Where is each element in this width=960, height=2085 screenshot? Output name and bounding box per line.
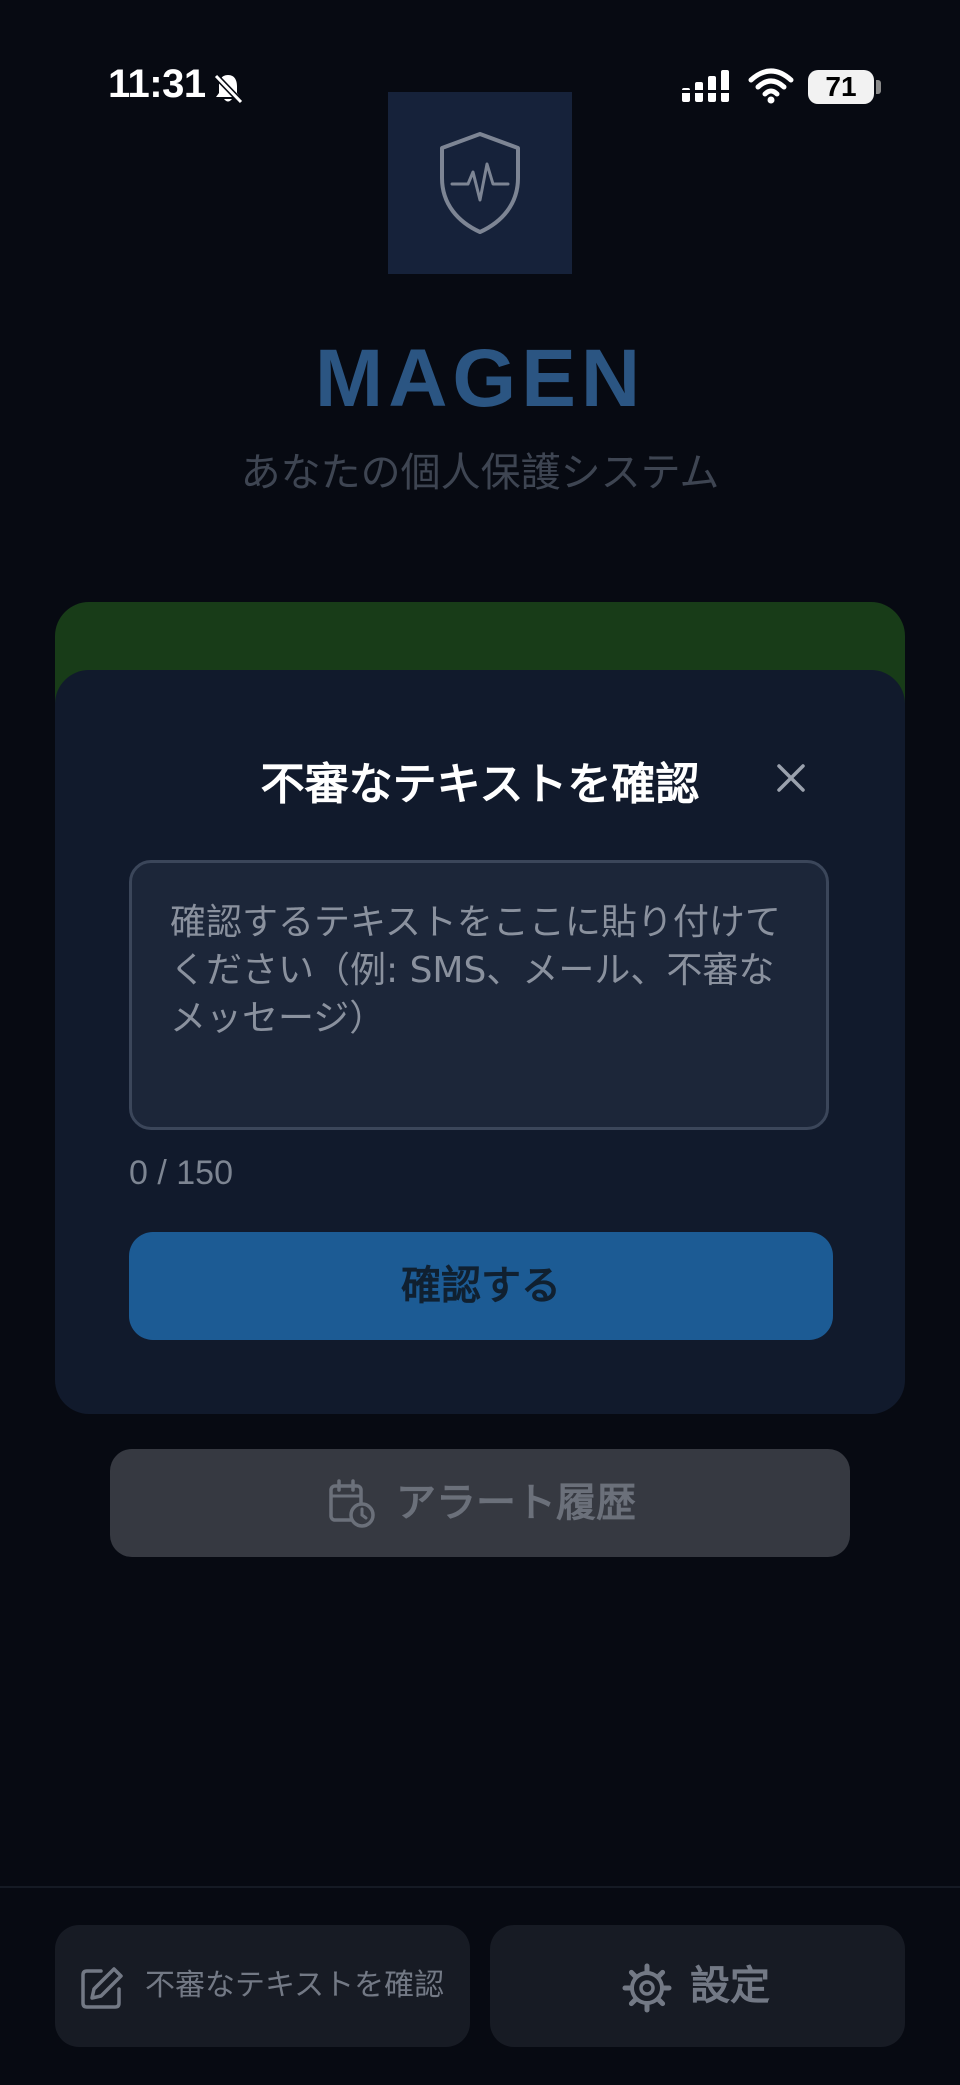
cellular-signal-icon <box>680 70 734 104</box>
app-logo <box>388 92 572 274</box>
status-time: 11:31 <box>108 62 206 106</box>
check-text-modal: 不審なテキストを確認 0 / 150 確認する <box>55 670 905 1414</box>
char-count: 0 / 150 <box>129 1154 233 1192</box>
silent-bell-icon <box>210 70 246 106</box>
battery-cap <box>876 80 881 94</box>
edit-icon <box>81 1967 123 2009</box>
alert-history-label: アラート履歴 <box>396 1480 636 1526</box>
tab-check-label: 不審なテキストを確認 <box>145 1968 445 2003</box>
suspicious-text-input[interactable] <box>129 860 829 1130</box>
bottom-nav-divider <box>0 1886 960 1888</box>
check-submit-button[interactable]: 確認する <box>129 1232 833 1340</box>
alert-history-button[interactable]: アラート履歴 <box>110 1449 850 1557</box>
close-icon <box>777 764 805 792</box>
gear-icon <box>622 1963 672 2013</box>
tab-settings-label: 設定 <box>690 1963 770 2009</box>
tab-check-text[interactable]: 不審なテキストを確認 <box>55 1925 470 2047</box>
app-title: MAGEN <box>314 333 646 424</box>
shield-heartbeat-icon <box>440 132 520 234</box>
close-button[interactable] <box>763 750 819 806</box>
battery-indicator: 71 <box>808 70 874 104</box>
wifi-icon <box>748 68 794 104</box>
app-subtitle: あなたの個人保護システム <box>240 450 720 496</box>
tab-settings[interactable]: 設定 <box>490 1925 905 2047</box>
calendar-clock-icon <box>329 1479 375 1528</box>
